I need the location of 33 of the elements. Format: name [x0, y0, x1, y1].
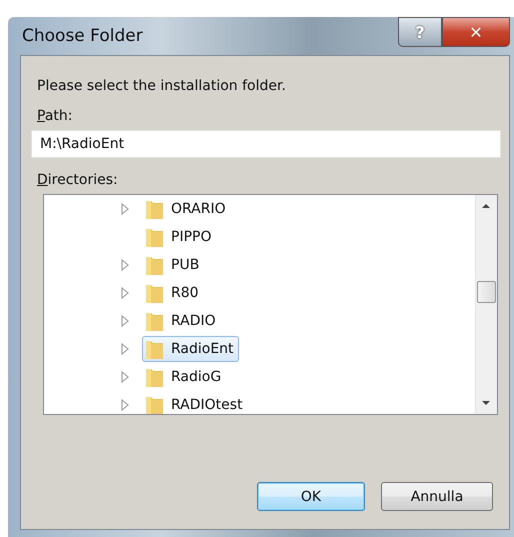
folder-icon: [145, 254, 165, 276]
folder-icon: [145, 198, 165, 220]
close-button[interactable]: ✕: [442, 17, 510, 47]
tree-item[interactable]: RADIO: [142, 308, 221, 334]
path-label: Path:: [37, 108, 74, 124]
expand-arrow-icon[interactable]: [120, 259, 130, 271]
instruction-text: Please select the installation folder.: [37, 78, 286, 94]
expand-arrow-icon[interactable]: [120, 315, 130, 327]
expand-arrow-icon[interactable]: [120, 287, 130, 299]
window-title: Choose Folder: [22, 26, 143, 46]
tree-item[interactable]: R80: [142, 280, 204, 306]
tree-item[interactable]: RadioEnt: [142, 336, 239, 362]
directories-label: Directories:: [37, 172, 119, 188]
scroll-thumb[interactable]: [477, 281, 496, 303]
scrollbar[interactable]: [475, 195, 497, 414]
path-field[interactable]: M:\RadioEnt: [31, 130, 501, 158]
folder-icon: [145, 226, 165, 248]
folder-icon: [145, 338, 165, 360]
folder-icon: [145, 310, 165, 332]
expand-arrow-icon[interactable]: [120, 399, 130, 411]
tree-item[interactable]: PIPPO: [142, 224, 216, 250]
tree-item[interactable]: PUB: [142, 252, 204, 278]
tree-item[interactable]: ORARIO: [142, 196, 231, 222]
expand-arrow-icon[interactable]: [120, 203, 130, 215]
folder-icon: [145, 282, 165, 304]
expand-arrow-icon[interactable]: [120, 371, 130, 383]
tree-item[interactable]: RadioG: [142, 364, 226, 390]
expand-arrow-icon[interactable]: [120, 343, 130, 355]
folder-icon: [145, 366, 165, 388]
folder-icon: [145, 394, 165, 414]
cancel-button[interactable]: Annulla: [381, 482, 493, 511]
tree-item[interactable]: RADIOtest: [142, 392, 248, 414]
ok-button[interactable]: OK: [257, 482, 365, 511]
